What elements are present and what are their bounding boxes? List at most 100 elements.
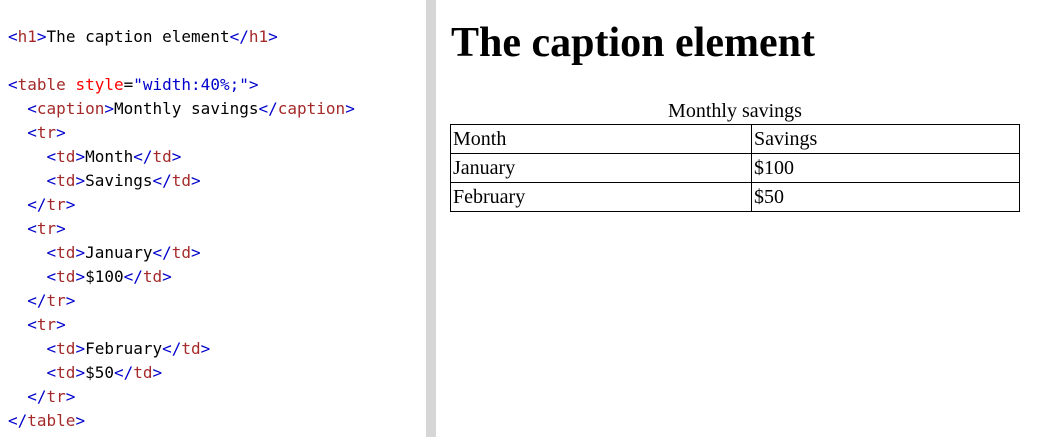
code-token: >	[75, 243, 86, 262]
code-token: </	[152, 171, 172, 190]
table-cell: Month	[450, 124, 752, 154]
code-token: h1	[248, 27, 269, 46]
code-token: >	[56, 315, 66, 334]
code-token: td	[56, 339, 76, 358]
code-token: Monthly savings	[113, 99, 259, 118]
code-token: tr	[36, 315, 57, 334]
code-line[interactable]: <h1>The caption element</h1>	[8, 25, 355, 49]
table-row: February $50	[450, 182, 1020, 212]
code-line[interactable]: <td>$50</td>	[8, 361, 355, 385]
code-line[interactable]: <td>$100</td>	[8, 265, 355, 289]
code-token: caption	[277, 99, 346, 118]
table-cell: $100	[751, 153, 1020, 183]
code-token: <	[46, 243, 57, 262]
savings-table: Monthly savings Month Savings January $1…	[450, 98, 1020, 212]
code-token: >	[191, 171, 201, 190]
table-cell: February	[450, 182, 752, 212]
code-line[interactable]: </table>	[8, 409, 355, 433]
tryit-window: <h1>The caption element</h1>​<table styl…	[0, 0, 1042, 437]
code-line[interactable]: </tr>	[8, 385, 355, 409]
code-token: >	[200, 339, 211, 358]
code-token: </	[162, 339, 182, 358]
divider-handle[interactable]	[426, 0, 436, 437]
code-token: td	[56, 267, 76, 286]
table-cell: $50	[751, 182, 1020, 212]
code-token: >	[75, 267, 86, 286]
code-token: <	[46, 363, 57, 382]
code-content[interactable]: <h1>The caption element</h1>​<table styl…	[8, 25, 355, 433]
code-token: >	[65, 195, 76, 214]
code-token: =	[123, 75, 134, 94]
code-editor[interactable]: <h1>The caption element</h1>​<table styl…	[0, 0, 424, 437]
code-line[interactable]: </tr>	[8, 289, 355, 313]
code-token: Month	[85, 147, 134, 166]
code-token: >	[268, 27, 278, 46]
code-token: tr	[46, 291, 66, 310]
code-token: td	[56, 147, 76, 166]
code-token: >	[171, 147, 182, 166]
code-token: </	[123, 267, 143, 286]
code-token: >	[345, 99, 355, 118]
code-line[interactable]: ​	[8, 49, 355, 73]
code-line[interactable]: </tr>	[8, 193, 355, 217]
code-token: </	[133, 147, 153, 166]
code-token: </	[258, 99, 278, 118]
code-token: </	[27, 387, 47, 406]
code-token: >	[56, 219, 66, 238]
code-token: >	[65, 387, 76, 406]
code-token: >	[191, 243, 201, 262]
pane-divider[interactable]	[424, 0, 438, 437]
code-line[interactable]: <tr>	[8, 217, 355, 241]
code-token: >	[152, 363, 163, 382]
code-token: td	[171, 171, 192, 190]
code-token: </	[27, 195, 47, 214]
code-token: </	[229, 27, 249, 46]
code-line[interactable]: <tr>	[8, 121, 355, 145]
code-line[interactable]: <table style="width:40%;">	[8, 73, 355, 97]
code-token: table	[17, 75, 66, 94]
code-token: "width:40%;"	[133, 75, 249, 94]
code-token: >	[75, 411, 86, 430]
code-token: </	[8, 411, 28, 430]
code-line[interactable]: <td>February</td>	[8, 337, 355, 361]
code-token: <	[46, 339, 57, 358]
result-heading: The caption element	[451, 20, 815, 66]
code-token: td	[171, 243, 192, 262]
code-token: </	[152, 243, 172, 262]
table-cell: Savings	[751, 124, 1020, 154]
table-row: January $100	[450, 153, 1020, 183]
code-token: td	[152, 147, 172, 166]
code-token: <	[46, 147, 57, 166]
code-token: table	[27, 411, 76, 430]
result-pane: The caption element Monthly savings Mont…	[438, 0, 1042, 437]
code-line[interactable]: <caption>Monthly savings</caption>	[8, 97, 355, 121]
code-token: td	[56, 171, 76, 190]
code-token: <	[27, 315, 37, 334]
code-token: style	[65, 75, 124, 94]
code-line[interactable]: <td>Month</td>	[8, 145, 355, 169]
code-token: td	[56, 363, 76, 382]
table-cell: January	[450, 153, 752, 183]
code-token: <	[8, 27, 18, 46]
code-token: tr	[36, 123, 57, 142]
code-token: >	[75, 339, 86, 358]
code-line[interactable]: <td>January</td>	[8, 241, 355, 265]
code-line[interactable]: <tr>	[8, 313, 355, 337]
code-token: td	[56, 243, 76, 262]
code-line[interactable]: <td>Savings</td>	[8, 169, 355, 193]
code-token: </	[113, 363, 134, 382]
code-token: February	[85, 339, 163, 358]
table-row: Month Savings	[450, 124, 1020, 154]
code-token: The caption element	[46, 27, 230, 46]
